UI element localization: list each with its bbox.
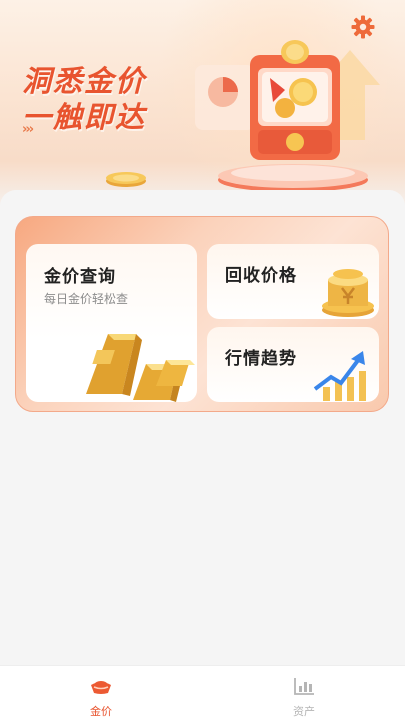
gold-price-query-subtitle: 每日金价轻松查 [44,292,129,306]
gear-icon [351,15,375,39]
tab-gold-price[interactable]: 金价 [0,666,202,720]
tab-gold-price-label: 金价 [90,705,112,718]
gold-coin-icon [322,269,374,317]
settings-button[interactable] [350,14,376,40]
bar-chart-icon [294,678,314,695]
tab-assets-label: 资产 [293,705,315,718]
hero-illustration [195,40,380,192]
hero-banner: 洞悉金价 一触即达 ››› [0,0,405,215]
recycle-price-title: 回收价格 [225,266,297,286]
trend-chart-icon [313,351,366,401]
market-trend-card[interactable]: 行情趋势 [207,327,379,402]
hero-title-line2: 一触即达 [22,100,147,134]
gold-price-query-card[interactable]: 金价查询 每日金价轻松查 [26,244,197,402]
market-trend-title: 行情趋势 [225,349,297,369]
bottom-tab-bar: 金价 资产 [0,665,405,720]
hero-arrows: ››› [22,122,34,137]
gold-bars-icon [86,334,195,402]
recycle-price-card[interactable]: 回收价格 [207,244,379,319]
gold-price-query-title: 金价查询 [44,267,116,287]
tab-assets[interactable]: 资产 [203,666,405,720]
coin-stack-icon [106,172,146,187]
gold-ingot-icon [91,681,111,694]
